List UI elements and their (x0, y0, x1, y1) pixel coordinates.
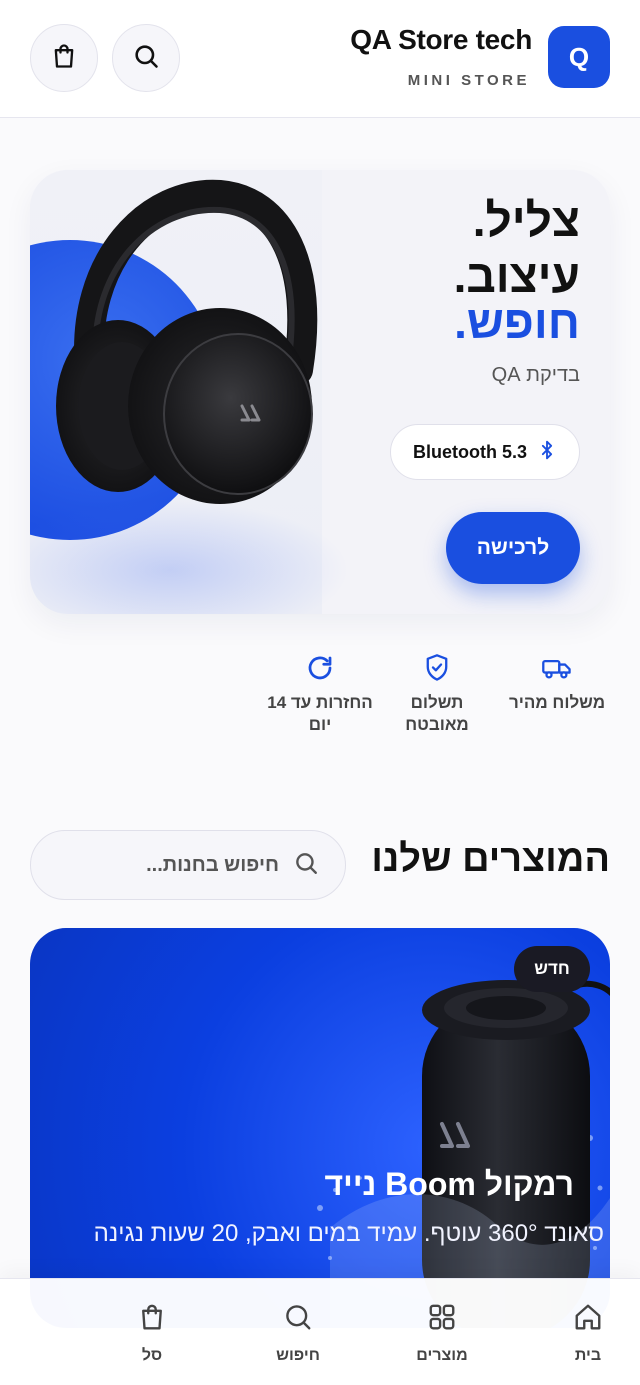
header-cart-button[interactable] (30, 24, 98, 92)
feature-returns: החזרות עד 14 יום (265, 652, 375, 736)
nav-cart[interactable]: סל (102, 1299, 202, 1365)
product-description: סאונד 360° עוטף. עמיד במים ואבק, 20 שעות… (93, 1220, 604, 1247)
nav-label: בית (574, 1347, 602, 1364)
nav-products[interactable]: מוצרים (392, 1299, 492, 1365)
buy-button[interactable]: לרכישה (446, 512, 580, 584)
nav-home[interactable]: בית (538, 1299, 638, 1365)
nav-label: חיפוש (276, 1347, 320, 1364)
bluetooth-label: Bluetooth 5.3 (412, 441, 527, 462)
search-icon (132, 42, 160, 75)
feature-label: תשלום מאובטח (405, 693, 469, 734)
nav-label: מוצרים (416, 1347, 468, 1364)
search-icon (248, 1299, 348, 1335)
feature-fast-shipping: משלוח מהיר (502, 652, 612, 714)
products-title: המוצרים שלנו (371, 838, 610, 880)
bluetooth-icon (537, 439, 557, 466)
shopping-bag-icon (50, 42, 78, 75)
product-card[interactable]: חדש רמקול Boom נייד סאונד 360° עוטף. עמי… (30, 928, 610, 1328)
brand-subtitle: MINI STORE (407, 72, 530, 89)
feature-secure-payment: תשלום מאובטח (382, 652, 492, 736)
nav-search[interactable]: חיפוש (248, 1299, 348, 1365)
shield-check-icon (382, 652, 492, 684)
hero-banner: צליל. עיצוב. חופש. בדיקת QA Bluetooth 5.… (30, 170, 610, 614)
hero-image-panel (30, 170, 350, 614)
store-logo[interactable]: Q (548, 26, 610, 88)
feature-label: החזרות עד 14 יום (267, 693, 373, 734)
truck-icon (502, 652, 612, 684)
brand-title: QA Store tech (350, 24, 532, 55)
refresh-icon (265, 652, 375, 684)
grid-icon (392, 1299, 492, 1335)
header-search-button[interactable] (112, 24, 180, 92)
shopping-bag-icon (102, 1299, 202, 1335)
home-icon (538, 1299, 638, 1335)
new-badge: חדש (514, 946, 590, 992)
page: Q QA Store tech MINI STORE צליל. עיצוב. … (0, 0, 640, 1385)
hero-subtitle: בדיקת QA (491, 364, 580, 386)
bluetooth-badge: Bluetooth 5.3 (389, 424, 580, 480)
feature-label: משלוח מהיר (508, 693, 606, 712)
store-search-input[interactable]: חיפוש בחנות... (30, 830, 346, 900)
speaker-image (317, 980, 610, 1328)
hero-headline-line1: צליל. (472, 194, 580, 246)
product-title[interactable]: רמקול Boom נייד (325, 1166, 574, 1203)
search-icon (293, 850, 319, 881)
headphones-image (56, 179, 318, 504)
search-placeholder: חיפוש בחנות... (146, 853, 279, 876)
bottom-navigation: בית מוצרים חיפוש סל (0, 1278, 640, 1385)
app-header: Q QA Store tech MINI STORE (0, 0, 640, 118)
nav-label: סל (141, 1347, 163, 1364)
hero-headline-line3: חופש. (454, 296, 580, 348)
